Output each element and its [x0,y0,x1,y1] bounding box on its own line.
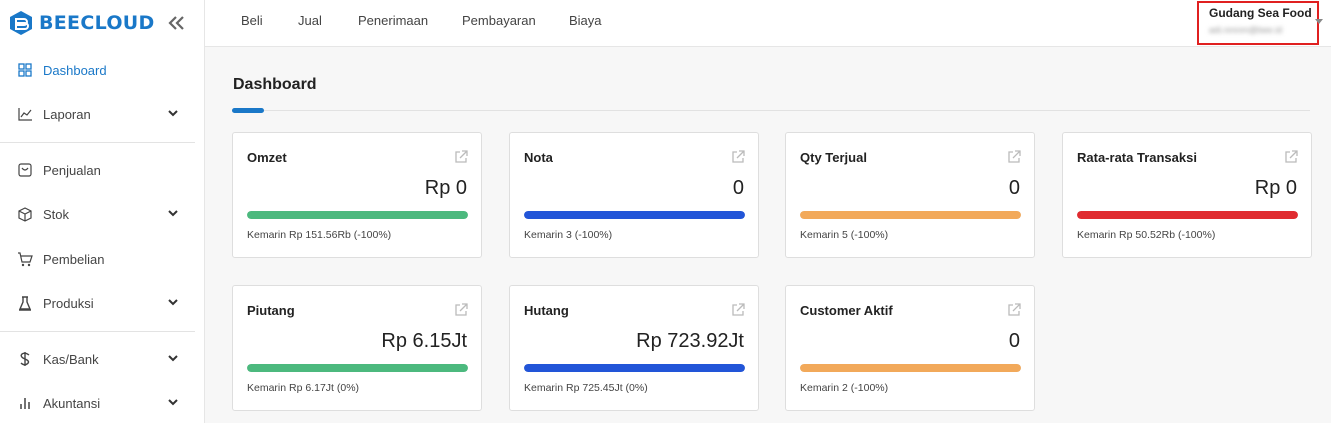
topnav-biaya[interactable]: Biaya [569,0,602,41]
stat-card-rata-rata-transaksi: Rata-rata Transaksi Rp 0 Kemarin Rp 50.52R… [1062,132,1312,258]
card-comparison: Kemarin 2 (-100%) [800,382,889,394]
stat-card-customer-aktif: Customer Aktif 0 Kemarin 2 (-100%) [785,285,1035,411]
card-progress-fill [800,211,1021,219]
collapse-sidebar-button[interactable] [166,13,186,33]
company-selector[interactable]: Gudang Sea Food adi.nmnm@bee.id [1197,1,1319,45]
card-comparison: Kemarin 5 (-100%) [800,229,889,241]
sidebar-item-kas-bank[interactable]: Kas/Bank [0,339,195,379]
production-icon [17,295,33,311]
title-divider [232,110,1310,111]
card-progress-fill [524,211,745,219]
chevron-down-icon [168,355,178,362]
stat-card-hutang: Hutang Rp 723.92Jt Kemarin Rp 725.45Jt (0%… [509,285,759,411]
sidebar-item-akuntansi[interactable]: Akuntansi [0,383,195,423]
app-name: BEECLOUD [39,12,155,34]
card-title: Rata-rata Transaksi [1077,150,1197,165]
external-link-icon[interactable] [1284,150,1298,164]
dollar-icon [17,351,33,367]
sidebar-item-label: Produksi [43,295,94,311]
card-value: 0 [1008,177,1020,199]
card-comparison: Kemarin Rp 6.17Jt (0%) [247,382,360,394]
chevron-down-icon [168,299,178,306]
card-value: Rp 723.92Jt [636,330,744,352]
external-link-icon[interactable] [731,150,745,164]
title-accent-bar [232,108,264,113]
card-comparison: Kemarin Rp 151.56Rb (-100%) [247,229,392,241]
card-comparison: Kemarin 3 (-100%) [524,229,613,241]
card-title: Nota [524,150,553,165]
sidebar-divider [0,331,195,332]
card-progress-fill [524,364,745,372]
chart-line-icon [17,106,33,122]
card-progress-fill [800,364,1021,372]
card-title: Hutang [524,303,569,318]
card-value: Rp 6.15Jt [381,330,467,352]
dashboard-grid-icon [17,62,33,78]
beecloud-logo-icon [10,11,32,35]
topnav-pembayaran[interactable]: Pembayaran [462,0,536,41]
user-email: adi.nmnm@bee.id [1209,25,1283,35]
external-link-icon[interactable] [1007,150,1021,164]
card-progress-fill [1077,211,1298,219]
card-comparison: Kemarin Rp 725.45Jt (0%) [524,382,648,394]
card-progress-bar [524,211,745,219]
sidebar-item-stok[interactable]: Stok [0,194,195,234]
external-link-icon[interactable] [1007,303,1021,317]
sidebar-item-pembelian[interactable]: Pembelian [0,239,195,279]
card-value: Rp 0 [424,177,467,199]
sidebar-item-produksi[interactable]: Produksi [0,283,195,323]
sidebar-item-label: Dashboard [43,62,107,78]
card-progress-bar [524,364,745,372]
stat-card-nota: Nota 0 Kemarin 3 (-100%) [509,132,759,258]
card-value: 0 [732,177,744,199]
page-title: Dashboard [233,76,317,93]
logo-row: BEECLOUD [0,0,204,46]
sidebar-item-dashboard[interactable]: Dashboard [0,50,195,90]
external-link-icon[interactable] [454,303,468,317]
stat-card-qty-terjual: Qty Terjual 0 Kemarin 5 (-100%) [785,132,1035,258]
card-progress-bar [800,364,1021,372]
card-value: Rp 0 [1254,177,1297,199]
card-title: Qty Terjual [800,150,867,165]
stat-card-omzet: Omzet Rp 0 Kemarin Rp 151.56Rb (-100%) [232,132,482,258]
topnav-penerimaan[interactable]: Penerimaan [358,0,428,41]
box-icon [17,206,33,222]
bar-chart-icon [17,395,33,411]
topnav-jual[interactable]: Jual [298,0,322,41]
sidebar-item-label: Penjualan [43,162,101,178]
card-progress-fill [247,211,468,219]
external-link-icon[interactable] [731,303,745,317]
card-progress-fill [247,364,468,372]
company-name: Gudang Sea Food [1209,6,1312,20]
topnav-beli[interactable]: Beli [241,0,263,41]
sidebar-item-label: Laporan [43,106,91,122]
card-value: 0 [1008,330,1020,352]
card-comparison: Kemarin Rp 50.52Rb (-100%) [1077,229,1216,241]
sidebar-item-laporan[interactable]: Laporan [0,94,195,134]
sidebar-item-label: Stok [43,206,70,222]
double-chevron-left-icon [168,16,184,30]
chevron-down-icon [168,210,178,217]
sidebar: BEECLOUD Dashboard Laporan Penjualan Sto… [0,0,205,423]
cart-icon [17,251,33,267]
sidebar-divider [0,142,195,143]
card-title: Customer Aktif [800,303,893,318]
chevron-down-icon [168,399,178,406]
card-progress-bar [247,364,468,372]
sidebar-item-label: Kas/Bank [43,351,99,367]
sidebar-item-penjualan[interactable]: Penjualan [0,150,195,190]
card-progress-bar [800,211,1021,219]
dropdown-caret-icon[interactable] [1315,19,1323,24]
sidebar-item-label: Pembelian [43,251,105,267]
stat-card-piutang: Piutang Rp 6.15Jt Kemarin Rp 6.17Jt (0%) [232,285,482,411]
card-title: Omzet [247,150,287,165]
top-bar: Beli Jual Penerimaan Pembayaran Biaya Gu… [205,0,1331,47]
external-link-icon[interactable] [454,150,468,164]
card-progress-bar [1077,211,1298,219]
card-progress-bar [247,211,468,219]
card-title: Piutang [247,303,295,318]
sales-icon [17,162,33,178]
sidebar-item-label: Akuntansi [43,395,101,411]
chevron-down-icon [168,110,178,117]
